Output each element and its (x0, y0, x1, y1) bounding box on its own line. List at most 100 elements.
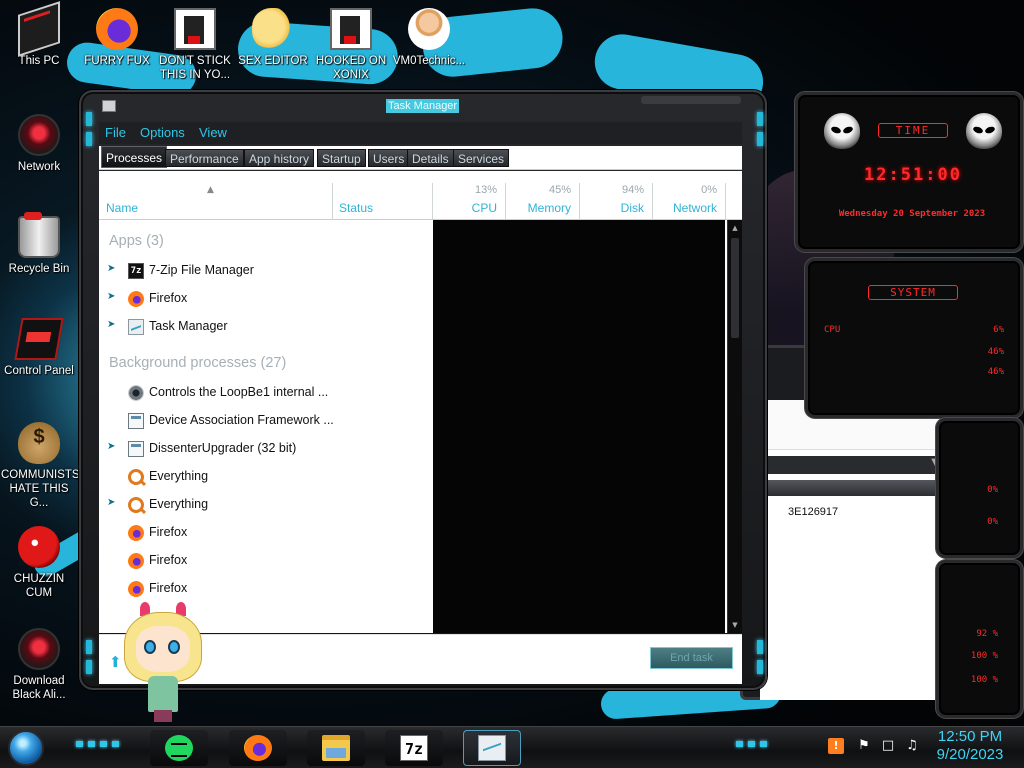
tab-startup[interactable]: Startup (317, 149, 366, 167)
tray-network-icon[interactable]: □ (880, 738, 896, 754)
process-name: Everything (149, 469, 209, 483)
menu-options[interactable]: Options (140, 125, 185, 140)
scroll-up-icon[interactable]: ▲ (730, 223, 740, 233)
scroll-down-icon[interactable]: ▼ (730, 620, 740, 630)
taskbar-accent-light (748, 741, 755, 747)
alien-head-icon (966, 113, 1002, 149)
process-row[interactable]: Everything (99, 463, 433, 491)
menu-bar: File Options View (99, 122, 742, 144)
tray-flag-icon[interactable]: ⚑ (856, 738, 872, 754)
desktop-icon-recycle-bin[interactable]: Recycle Bin (1, 212, 77, 276)
firefox-icon (128, 581, 144, 597)
app-window-icon (128, 413, 144, 429)
network-widget: 0% 0% (936, 418, 1023, 558)
desktop-icon-sex-editor[interactable]: SEX EDITOR (235, 8, 311, 68)
desktop-icon-dont-stick[interactable]: DON'T STICK THIS IN YO... (157, 8, 233, 82)
column-separator[interactable] (725, 183, 726, 219)
tab-users[interactable]: Users (368, 149, 410, 167)
desktop-icon-hooked-on-xonix[interactable]: HOOKED ON XONIX (313, 8, 389, 82)
folder-icon (322, 735, 350, 761)
character-eye (168, 640, 180, 654)
desktop-icon-label: DON'T STICK THIS IN YO... (159, 55, 231, 81)
column-header-memory[interactable]: 45% Memory (506, 183, 579, 219)
alien-head-icon (824, 113, 860, 149)
alienware-network-icon (18, 114, 60, 156)
expand-chevron-icon[interactable]: ➤ (107, 292, 117, 302)
column-name-label: Name (106, 201, 139, 215)
disk-total-percent: 94% (621, 184, 644, 196)
menu-file[interactable]: File (105, 125, 126, 140)
desktop-icon-label: VM0Technic... (392, 55, 466, 67)
7zip-icon: 7z (400, 735, 428, 761)
tray-volume-icon[interactable]: ♫ (904, 738, 920, 754)
network-total-percent: 0% (701, 184, 717, 196)
taskbar-accent-light (76, 741, 83, 747)
desktop-icon-furry-fux[interactable]: FURRY FUX (79, 8, 155, 68)
taskbar-file-explorer-button[interactable] (307, 730, 365, 766)
window-accent-light (86, 112, 92, 126)
taskbar-accent-light (100, 741, 107, 747)
column-header-network[interactable]: 0% Network (653, 183, 725, 219)
group-header-apps: Apps (3) (109, 233, 164, 249)
desktop-icon-control-panel[interactable]: Control Panel (1, 318, 77, 378)
taskbar-task-manager-button[interactable] (463, 730, 521, 766)
process-row[interactable]: ➤ Task Manager (99, 313, 433, 341)
column-header-status[interactable]: Status (333, 183, 432, 219)
menu-view[interactable]: View (199, 125, 227, 140)
desktop-icon-network[interactable]: Network (1, 114, 77, 174)
end-task-button[interactable]: End task (650, 647, 733, 669)
process-row[interactable]: Firefox (99, 547, 433, 575)
tab-app-history[interactable]: App history (244, 149, 315, 167)
tab-details[interactable]: Details (407, 149, 454, 167)
taskbar-7zip-button[interactable]: 7z (385, 730, 443, 766)
window-accent-light (86, 132, 92, 146)
process-row[interactable]: Device Association Framework ... (99, 407, 433, 435)
desktop-icon-chuzzin[interactable]: CHUZZIN CUM (1, 526, 77, 600)
tab-services[interactable]: Services (453, 149, 510, 167)
window-accent-light (757, 660, 763, 674)
process-row[interactable]: ➤ DissenterUpgrader (32 bit) (99, 435, 433, 463)
desktop-icon-communists[interactable]: COMMUNISTS HATE THIS G... (1, 422, 80, 510)
net-up-value: 0% (987, 485, 998, 495)
vertical-scrollbar[interactable]: ▲ ▼ (727, 220, 742, 633)
process-row[interactable]: ➤ Everything (99, 491, 433, 519)
desktop-icon-label: This PC (18, 55, 60, 67)
firefox-icon (244, 735, 272, 761)
firefox-icon (128, 291, 144, 307)
column-header-disk[interactable]: 94% Disk (580, 183, 652, 219)
start-button[interactable] (8, 730, 44, 766)
process-row[interactable]: Firefox (99, 519, 433, 547)
spotify-icon (165, 735, 193, 761)
scrollbar-thumb[interactable] (731, 238, 739, 338)
everything-search-icon (128, 469, 144, 485)
column-header-name[interactable]: Name (99, 183, 332, 219)
computer-icon (18, 1, 60, 57)
process-list-panel: ▲ Name Status 13% CPU 45% Memory 94% Dis… (99, 171, 742, 633)
tab-processes[interactable]: Processes (101, 146, 168, 168)
desktop-icon-download-black[interactable]: Download Black Ali... (1, 628, 77, 702)
expand-chevron-icon[interactable]: ➤ (107, 498, 117, 508)
desktop-icon-this-pc[interactable]: This PC (1, 1, 77, 68)
character-eye (144, 640, 156, 654)
process-row[interactable]: ➤ Firefox (99, 285, 433, 313)
process-row[interactable]: Controls the LoopBe1 internal ... (99, 379, 433, 407)
expand-chevron-icon[interactable]: ➤ (107, 320, 117, 330)
taskbar-spotify-button[interactable] (150, 730, 208, 766)
widget-date: Wednesday 20 September 2023 (838, 209, 986, 219)
expand-chevron-icon[interactable]: ➤ (107, 442, 117, 452)
background-window-dropdown[interactable] (760, 456, 945, 474)
desktop-icon-vm0technic[interactable]: VM0Technic... (391, 8, 467, 68)
process-name: DissenterUpgrader (32 bit) (149, 441, 297, 455)
taskbar-clock[interactable]: 12:50 PM 9/20/2023 (930, 728, 1010, 764)
column-header-cpu[interactable]: 13% CPU (433, 183, 505, 219)
tab-performance[interactable]: Performance (165, 149, 244, 167)
process-row[interactable]: ➤ 7z 7-Zip File Manager (99, 257, 433, 285)
character-legs (154, 710, 172, 722)
window-accent-light (86, 640, 92, 654)
expand-chevron-icon[interactable]: ➤ (107, 264, 117, 274)
process-row[interactable]: Firefox (99, 575, 433, 603)
resource-columns-area (433, 220, 725, 633)
tray-warning-icon[interactable]: ! (828, 738, 844, 754)
taskbar-firefox-button[interactable] (229, 730, 287, 766)
task-manager-title-icon[interactable] (102, 100, 116, 112)
